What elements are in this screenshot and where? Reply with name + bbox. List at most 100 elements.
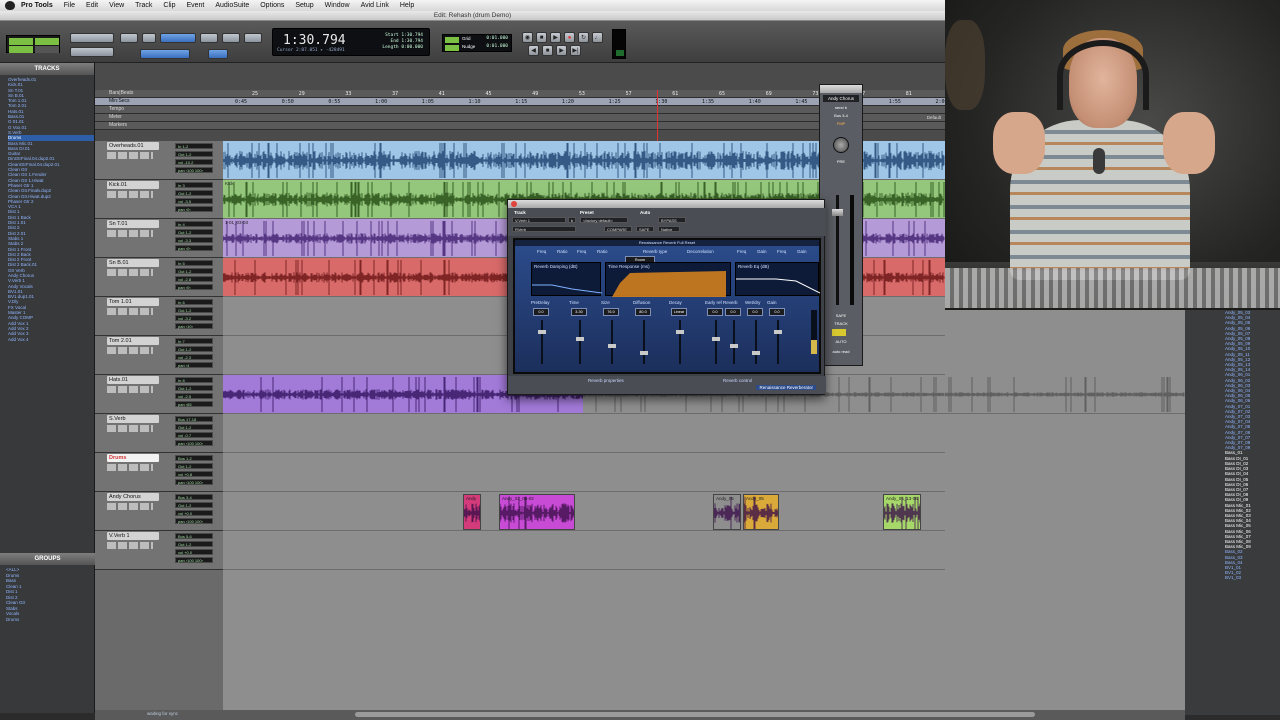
- menu-view[interactable]: View: [109, 2, 124, 9]
- io-field[interactable]: In 8: [175, 377, 213, 383]
- menu-app-name[interactable]: Pro Tools: [21, 2, 53, 9]
- scrollbar-thumb[interactable]: [355, 712, 1035, 717]
- io-field[interactable]: In 3: [175, 182, 213, 188]
- clip-list-item[interactable]: BV1_03: [1185, 575, 1280, 580]
- track-lane[interactable]: [223, 492, 945, 531]
- io-field[interactable]: Out 1-2: [175, 346, 213, 352]
- zoom-presets[interactable]: [70, 47, 114, 57]
- reverb-slider[interactable]: [712, 320, 720, 364]
- horizontal-scrollbar[interactable]: waiting for sync: [95, 710, 1185, 720]
- send-track-name[interactable]: Andy Chorus: [823, 95, 859, 102]
- io-field[interactable]: In 4: [175, 221, 213, 227]
- track-name[interactable]: Hats.01: [107, 376, 159, 384]
- ruler-meter[interactable]: Meter: [95, 114, 945, 122]
- slider-value[interactable]: 3.30: [571, 308, 587, 316]
- track-name[interactable]: Sn B.01: [107, 259, 159, 267]
- track-buttons[interactable]: [107, 425, 153, 432]
- io-field[interactable]: Bus 3-4: [175, 494, 213, 500]
- track-header[interactable]: S.Verb Bus 17-18 Out 1-2 vol -0.7 pan ›100 1…: [95, 414, 223, 453]
- io-field[interactable]: Out 1-2: [175, 307, 213, 313]
- track-header[interactable]: Drums Bus 1-2 Out 1-2 vol +0.8 pan ›100 100‹: [95, 453, 223, 492]
- close-icon[interactable]: [511, 201, 517, 207]
- track-name[interactable]: Kick.01: [107, 181, 159, 189]
- io-field[interactable]: Out 1-2: [175, 229, 213, 235]
- send-fader-cap[interactable]: [832, 209, 843, 216]
- io-field[interactable]: Out 1-2: [175, 151, 213, 157]
- io-field[interactable]: pan ›100 100‹: [175, 557, 213, 563]
- slider-handle[interactable]: [538, 330, 546, 334]
- slider-handle[interactable]: [712, 337, 720, 341]
- io-field[interactable]: Out 1-2: [175, 385, 213, 391]
- io-field[interactable]: In 5: [175, 260, 213, 266]
- track-lane[interactable]: [223, 531, 945, 570]
- track-buttons[interactable]: [107, 503, 153, 510]
- pencil-tool-icon[interactable]: [244, 33, 262, 43]
- reverb-slider[interactable]: [608, 320, 616, 364]
- io-field[interactable]: pan ›65: [175, 401, 213, 407]
- rverb-plugin-window[interactable]: Track Preset Auto V.Verb 1 b RVerb <fact…: [507, 199, 826, 395]
- io-field[interactable]: Out 1-2: [175, 502, 213, 508]
- menu-setup[interactable]: Setup: [295, 2, 313, 9]
- track-name[interactable]: V.Verb 1: [107, 532, 159, 540]
- metronome-icon[interactable]: ♩: [592, 32, 603, 43]
- track-list[interactable]: Overheads.01 Kick.01 Sn T.01 Sn B.01 Tom 1.0…: [0, 75, 94, 342]
- track-io[interactable]: Bus 5-6 Out 1-2 vol +0.0 pan ›100 100‹: [175, 533, 213, 565]
- slip-mode-button[interactable]: [9, 46, 33, 53]
- io-field[interactable]: pan ‹4: [175, 362, 213, 368]
- io-field[interactable]: pan ›0‹: [175, 206, 213, 212]
- track-io[interactable]: Bus 3-4 Out 1-2 vol +0.0 pan ›100 100‹: [175, 494, 213, 526]
- bypass-button[interactable]: BYPASS: [658, 217, 686, 223]
- track-io[interactable]: In 7 Out 1-2 vol -2.3 pan ‹4: [175, 338, 213, 370]
- reverb-slider[interactable]: [640, 320, 648, 364]
- native-button[interactable]: Native: [658, 226, 680, 232]
- io-field[interactable]: pan ›100 100‹: [175, 167, 213, 173]
- track-lane-right[interactable]: [945, 375, 1185, 414]
- ruler-markers[interactable]: Markers: [95, 122, 945, 130]
- ruler-tempo[interactable]: Tempo: [95, 106, 945, 114]
- track-io[interactable]: In 3 Out 1-2 vol -3.5 pan ›0‹: [175, 182, 213, 214]
- vocal-clip[interactable]: Andy_05: [743, 494, 779, 530]
- track-name[interactable]: Sn T.01: [107, 220, 159, 228]
- slider-value[interactable]: 0.0: [533, 308, 549, 316]
- menu-track[interactable]: Track: [135, 2, 152, 9]
- sidebar-track-item[interactable]: Add Vox 4: [8, 337, 94, 342]
- plugin-preset-select[interactable]: <factory default>: [580, 217, 628, 223]
- track-io[interactable]: In 5 Out 1-2 vol -2.8 pan ›0‹: [175, 260, 213, 292]
- track-header[interactable]: Sn B.01 In 5 Out 1-2 vol -2.8 pan ›0‹: [95, 258, 223, 297]
- selector-tool-icon[interactable]: [160, 33, 196, 43]
- send-auto-mode[interactable]: auto read: [823, 349, 859, 354]
- compare-button[interactable]: COMPARE: [604, 226, 632, 232]
- io-field[interactable]: vol -3.2: [175, 315, 213, 321]
- menu-edit[interactable]: Edit: [86, 2, 98, 9]
- online-icon[interactable]: ◉: [522, 32, 533, 43]
- send-fmp[interactable]: FMP: [823, 121, 859, 126]
- group-item[interactable]: Drums: [6, 617, 25, 623]
- reverb-slider[interactable]: [676, 320, 684, 364]
- grid-value[interactable]: 0:01.000: [486, 36, 508, 41]
- io-field[interactable]: In 1-2: [175, 143, 213, 149]
- track-name[interactable]: Overheads.01: [107, 142, 159, 150]
- io-field[interactable]: In 6: [175, 299, 213, 305]
- io-field[interactable]: vol +0.8: [175, 471, 213, 477]
- vocal-clip[interactable]: Andy_02_06-02: [499, 494, 575, 530]
- track-name[interactable]: Tom 2.01: [107, 337, 159, 345]
- track-buttons[interactable]: [107, 347, 153, 354]
- io-field[interactable]: Out 1-2: [175, 424, 213, 430]
- clip-list[interactable]: Andy_05_03 Andy_05_04 Andy_05_05 Andy_05_06…: [1185, 310, 1280, 715]
- nudge-value[interactable]: 0:01.000: [486, 44, 508, 49]
- reverb-slider[interactable]: [538, 320, 546, 364]
- track-io[interactable]: Bus 17-18 Out 1-2 vol -0.7 pan ›100 100‹: [175, 416, 213, 448]
- track-buttons[interactable]: [107, 386, 153, 393]
- fast-forward-icon[interactable]: ▶: [556, 45, 567, 56]
- grabber-tool-icon[interactable]: [200, 33, 218, 43]
- vocal-clip[interactable]: Andy_05_13-06: [883, 494, 921, 530]
- io-field[interactable]: In 7: [175, 338, 213, 344]
- slider-handle[interactable]: [774, 330, 782, 334]
- vocal-clip[interactable]: Andy: [463, 494, 481, 530]
- track-lane[interactable]: [223, 414, 945, 453]
- slider-value[interactable]: 80.0: [635, 308, 651, 316]
- edit-mode-selector[interactable]: [6, 35, 60, 53]
- track-buttons[interactable]: [107, 308, 153, 315]
- track-header[interactable]: Kick.01 In 3 Out 1-2 vol -3.5 pan ›0‹: [95, 180, 223, 219]
- slider-handle[interactable]: [576, 337, 584, 341]
